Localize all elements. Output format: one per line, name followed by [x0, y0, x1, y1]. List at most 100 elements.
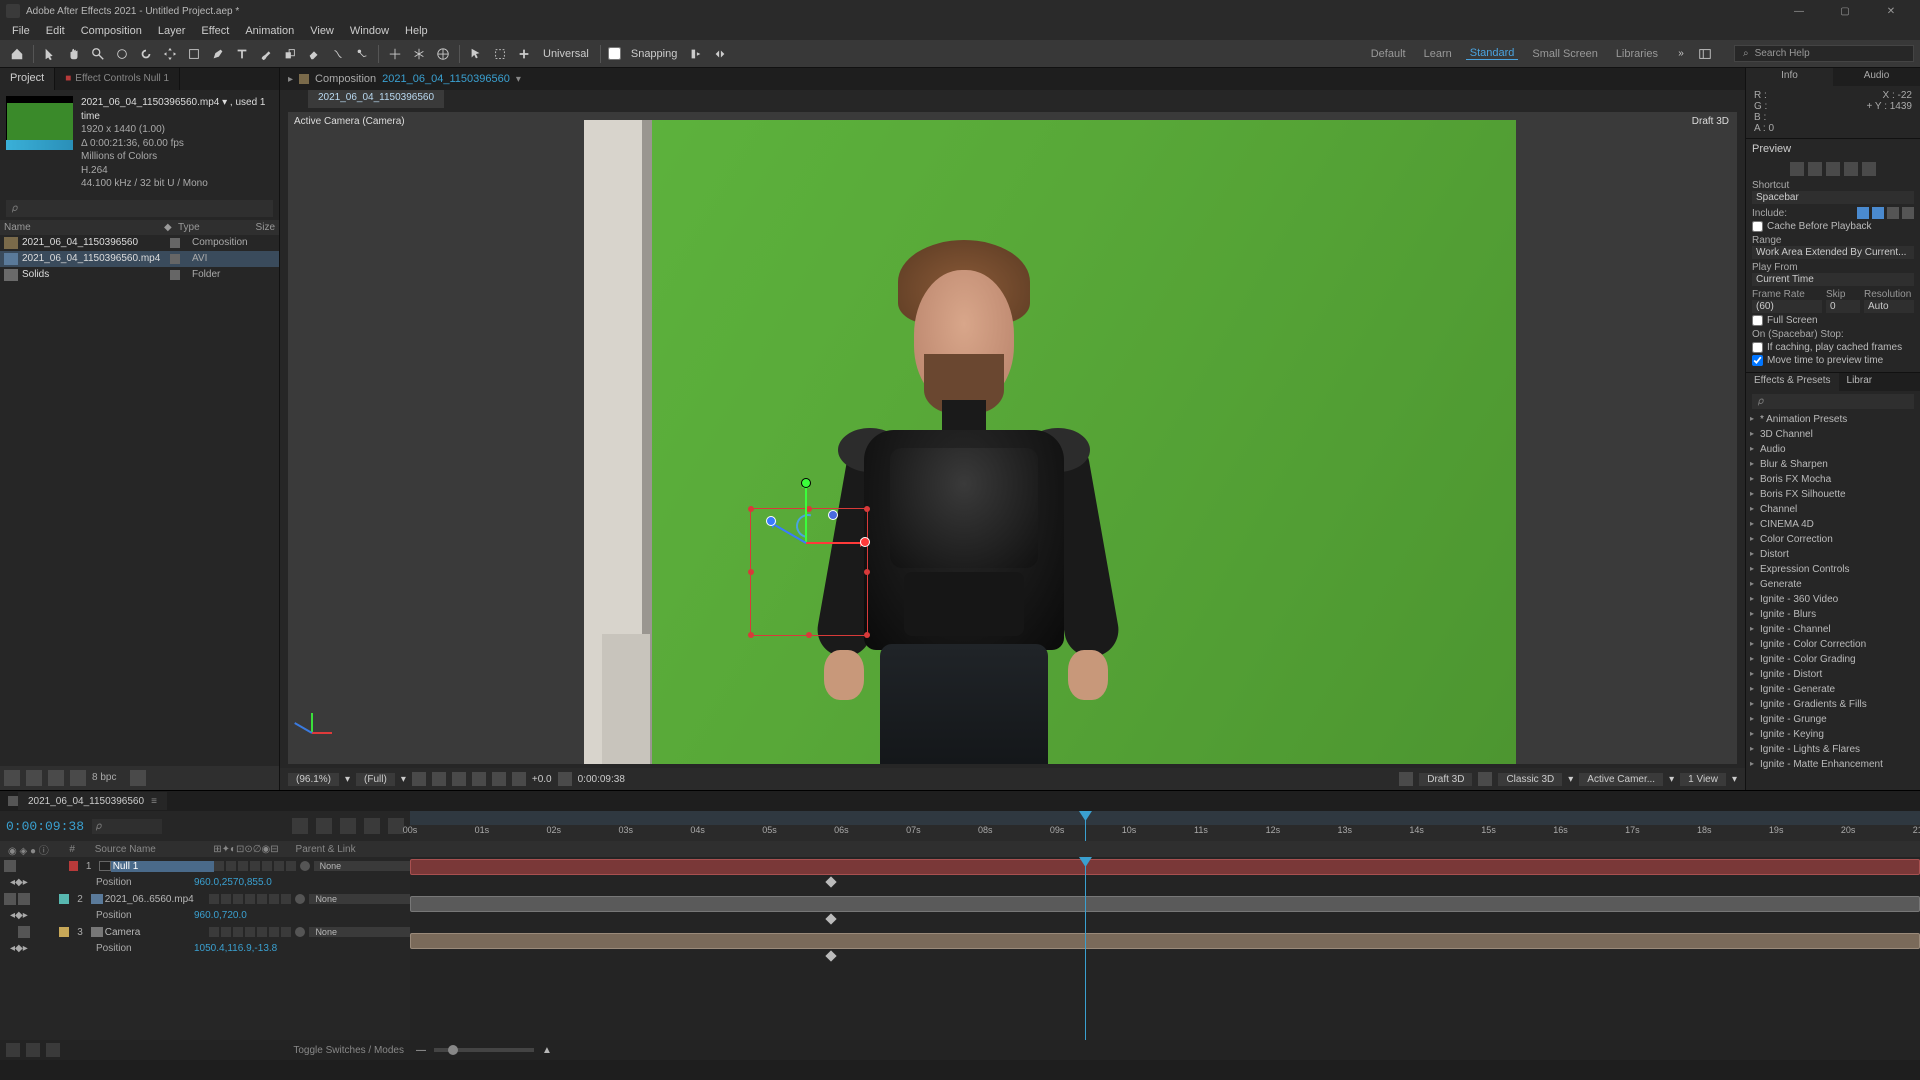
workspace-more-icon[interactable]: » [1670, 43, 1692, 65]
timeline-opt2[interactable] [26, 1043, 40, 1057]
project-settings-button[interactable] [70, 770, 86, 786]
framerate-field[interactable]: (60) [1752, 300, 1822, 313]
layer-bar-camera[interactable] [410, 933, 1920, 949]
menu-animation[interactable]: Animation [239, 23, 300, 39]
play-button[interactable] [1826, 162, 1840, 176]
project-search[interactable] [6, 200, 273, 217]
ruler-button[interactable] [512, 772, 526, 786]
audio-icon[interactable] [18, 893, 30, 905]
playfrom-field[interactable]: Current Time [1752, 273, 1914, 286]
effect-category[interactable]: 3D Channel [1746, 427, 1920, 442]
playhead[interactable] [1085, 811, 1086, 841]
snapping-checkbox[interactable] [608, 47, 621, 60]
timeline-tab[interactable]: 2021_06_04_1150396560 ≡ [18, 792, 167, 810]
hand-tool[interactable] [63, 43, 85, 65]
current-timecode[interactable]: 0:00:09:38 [6, 819, 84, 834]
search-help-field[interactable]: Search Help [1755, 48, 1810, 59]
orbit-handle[interactable] [828, 510, 838, 520]
next-frame-button[interactable] [1844, 162, 1858, 176]
world-axis-mode[interactable] [408, 43, 430, 65]
pickwhip-icon[interactable] [300, 861, 310, 871]
timeline-opt1[interactable] [6, 1043, 20, 1057]
effect-category[interactable]: Channel [1746, 502, 1920, 517]
roto-tool[interactable] [327, 43, 349, 65]
workspace-standard[interactable]: Standard [1466, 47, 1519, 60]
snapshot-button[interactable] [558, 772, 572, 786]
workspace-learn[interactable]: Learn [1420, 48, 1456, 60]
col-name[interactable]: Name [4, 222, 164, 233]
effect-category[interactable]: Ignite - Matte Enhancement [1746, 757, 1920, 772]
gizmo-y-axis[interactable] [805, 484, 807, 542]
cache-play-checkbox[interactable] [1752, 342, 1763, 353]
local-axis-mode[interactable] [384, 43, 406, 65]
brush-tool[interactable] [255, 43, 277, 65]
layer-color[interactable] [59, 894, 69, 904]
timeline-opt3[interactable] [46, 1043, 60, 1057]
shortcut-field[interactable]: Spacebar [1752, 191, 1914, 204]
close-button[interactable]: ✕ [1868, 0, 1914, 22]
col-type[interactable]: Type [178, 222, 256, 233]
loop-icon[interactable] [1902, 207, 1914, 219]
col-label-icon[interactable]: ◆ [164, 222, 178, 233]
resolution-field[interactable]: Auto [1864, 300, 1914, 313]
effect-category[interactable]: Boris FX Silhouette [1746, 487, 1920, 502]
parent-drop[interactable]: None [309, 894, 410, 904]
eraser-tool[interactable] [303, 43, 325, 65]
project-item[interactable]: SolidsFolder [0, 267, 279, 283]
position-property[interactable]: ◂◆▸ Position 1050.4,116.9,-13.8 [0, 941, 410, 956]
tab-effect-controls[interactable]: ■Effect Controls Null 1 [55, 68, 180, 90]
effect-category[interactable]: Ignite - Distort [1746, 667, 1920, 682]
rect-tool[interactable] [183, 43, 205, 65]
minimize-button[interactable]: — [1776, 0, 1822, 22]
frame-blend-button[interactable] [340, 818, 356, 834]
keyframe-marker[interactable] [825, 876, 836, 887]
new-folder-button[interactable] [26, 770, 42, 786]
lock-icon[interactable] [18, 926, 30, 938]
menu-file[interactable]: File [6, 23, 36, 39]
gizmo-z-handle[interactable] [766, 516, 776, 526]
eye-icon[interactable] [4, 893, 16, 905]
new-comp-button[interactable] [48, 770, 64, 786]
layer-row-footage[interactable]: 2 2021_06..6560.mp4 None [0, 890, 410, 908]
selection-tool[interactable] [39, 43, 61, 65]
views-drop[interactable]: 1 View [1680, 773, 1726, 786]
menu-window[interactable]: Window [344, 23, 395, 39]
cache-checkbox[interactable] [1752, 221, 1763, 232]
workspace-small-screen[interactable]: Small Screen [1528, 48, 1601, 60]
effect-category[interactable]: Ignite - Generate [1746, 682, 1920, 697]
effect-category[interactable]: Ignite - Channel [1746, 622, 1920, 637]
effect-category[interactable]: Ignite - Color Correction [1746, 637, 1920, 652]
layer-color[interactable] [59, 927, 69, 937]
region-button[interactable] [452, 772, 466, 786]
workspace-default[interactable]: Default [1367, 48, 1410, 60]
viewer-subtab[interactable]: 2021_06_04_1150396560 [308, 90, 444, 108]
snapping-label[interactable]: Snapping [625, 48, 684, 60]
layer-bar-null1[interactable] [410, 859, 1920, 875]
home-button[interactable] [6, 43, 28, 65]
camera-drop[interactable]: Active Camer... [1579, 773, 1663, 786]
fullscreen-checkbox[interactable] [1752, 315, 1763, 326]
tab-project[interactable]: Project [0, 68, 55, 90]
effect-category[interactable]: Ignite - Gradients & Fills [1746, 697, 1920, 712]
keyframe-marker[interactable] [825, 950, 836, 961]
effect-category[interactable]: Boris FX Mocha [1746, 472, 1920, 487]
position-property[interactable]: ◂◆▸ Position 960.0,720.0 [0, 908, 410, 923]
mask-button[interactable] [432, 772, 446, 786]
effect-category[interactable]: Ignite - Grunge [1746, 712, 1920, 727]
tab-info[interactable]: Info [1746, 68, 1833, 86]
snap-collapse-icon[interactable] [709, 43, 731, 65]
effect-category[interactable]: Color Correction [1746, 532, 1920, 547]
playhead-line[interactable] [1085, 857, 1086, 1040]
motion-blur-button[interactable] [364, 818, 380, 834]
rotate-tool[interactable] [135, 43, 157, 65]
viewer-comp-name[interactable]: 2021_06_04_1150396560 [382, 73, 510, 85]
pickwhip-icon[interactable] [295, 927, 305, 937]
effect-category[interactable]: Ignite - Lights & Flares [1746, 742, 1920, 757]
guides-button[interactable] [492, 772, 506, 786]
keyframe-marker[interactable] [825, 913, 836, 924]
workspace-libraries[interactable]: Libraries [1612, 48, 1662, 60]
magnification[interactable]: (96.1%) [288, 773, 339, 786]
next-kf-icon[interactable]: ▸ [23, 877, 28, 888]
puppet-tool[interactable] [351, 43, 373, 65]
pickwhip-icon[interactable] [295, 894, 305, 904]
